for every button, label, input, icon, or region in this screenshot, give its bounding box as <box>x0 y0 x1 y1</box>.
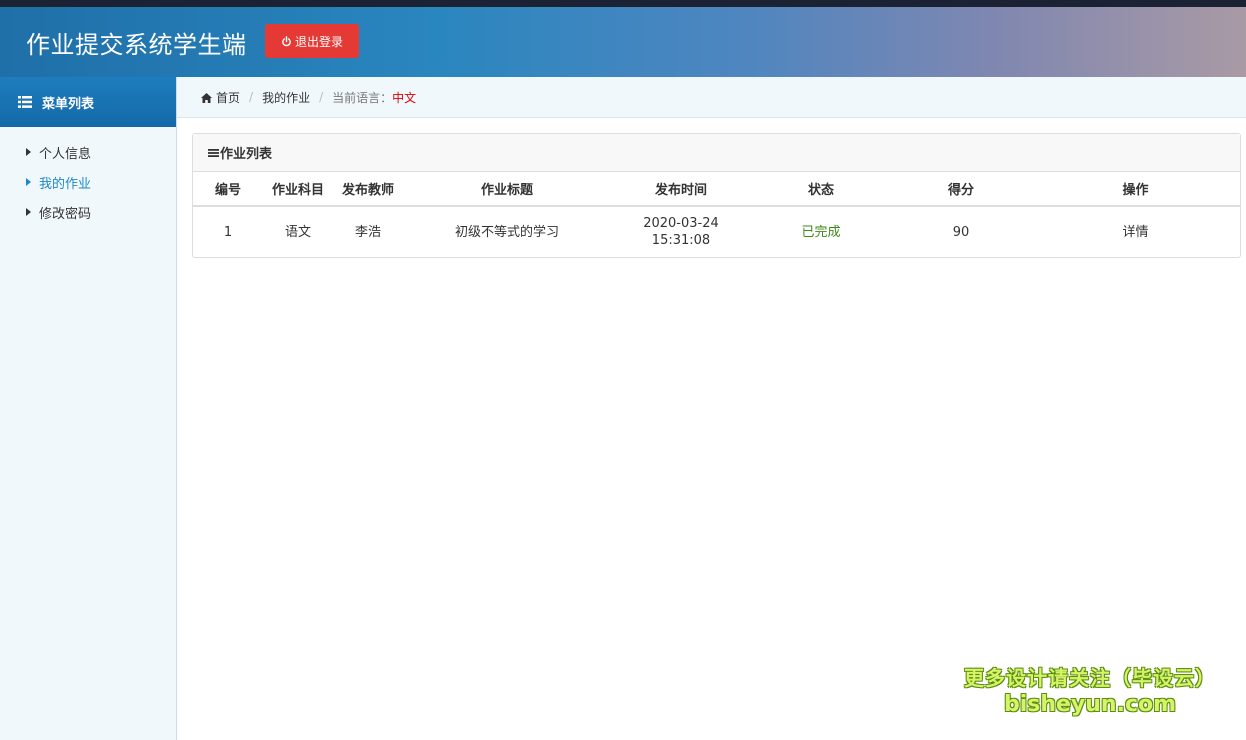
cell-score: 90 <box>952 224 970 240</box>
sidebar-heading-label: 菜单列表 <box>42 96 95 112</box>
caret-right-icon <box>26 208 31 216</box>
cell-title: 初级不等式的学习 <box>454 224 559 240</box>
watermark: 更多设计请关注（毕设云） bisheyun.com <box>960 662 1220 717</box>
home-icon <box>201 92 212 103</box>
column-header: 发布时间 <box>611 172 751 207</box>
list-icon <box>18 96 32 108</box>
app-header: 作业提交系统学生端 退出登录 <box>0 7 1246 77</box>
column-header: 作业标题 <box>403 172 611 207</box>
sidebar-menu: 个人信息 我的作业 修改密码 <box>0 127 176 227</box>
sidebar-item-label: 我的作业 <box>39 176 92 192</box>
watermark-line1: 更多设计请关注（毕设云） <box>964 666 1216 690</box>
homework-table: 编号 作业科目 发布教师 作业标题 发布时间 状态 得分 操作 1 语文 李浩 … <box>193 172 1240 257</box>
panel-title: 作业列表 <box>220 147 273 162</box>
publish-clock: 15:31:08 <box>651 233 711 248</box>
sidebar-item-change-password[interactable]: 修改密码 <box>0 197 176 227</box>
column-header: 作业科目 <box>263 172 333 207</box>
breadcrumb-home[interactable]: 首页 <box>201 89 240 106</box>
sidebar-item-label: 个人信息 <box>39 146 92 162</box>
bars-icon <box>208 148 219 157</box>
column-header: 编号 <box>193 172 263 207</box>
breadcrumb: 首页 / 我的作业 / 当前语言： 中文 <box>177 77 1246 118</box>
table-row: 1 语文 李浩 初级不等式的学习 2020-03-24 15:31:08 已完成… <box>193 206 1240 257</box>
watermark-line2: bisheyun.com <box>1003 692 1177 717</box>
sidebar: 菜单列表 个人信息 我的作业 修改密码 <box>0 77 177 740</box>
caret-right-icon <box>26 178 31 186</box>
sidebar-item-my-homework[interactable]: 我的作业 <box>0 167 176 197</box>
breadcrumb-separator: / <box>319 90 324 104</box>
publish-date: 2020-03-24 <box>643 216 719 231</box>
cell-subject: 语文 <box>284 224 311 240</box>
app-title: 作业提交系统学生端 <box>26 31 247 59</box>
power-icon <box>282 35 291 46</box>
cell-action: 详情 <box>1031 206 1240 257</box>
cell-status: 已完成 <box>801 224 841 240</box>
panel-heading: 作业列表 <box>193 134 1240 172</box>
column-header: 得分 <box>891 172 1031 207</box>
logout-button[interactable]: 退出登录 <box>265 24 359 58</box>
table-header-row: 编号 作业科目 发布教师 作业标题 发布时间 状态 得分 操作 <box>193 172 1240 207</box>
breadcrumb-current[interactable]: 我的作业 <box>262 89 310 106</box>
sidebar-item-profile[interactable]: 个人信息 <box>0 137 176 167</box>
caret-right-icon <box>26 148 31 156</box>
homework-panel: 作业列表 编号 作业科目 发布教师 作业标题 发布时间 状态 得分 操作 1 语… <box>192 133 1241 258</box>
breadcrumb-home-label: 首页 <box>216 90 241 105</box>
language-label: 当前语言： <box>332 90 393 105</box>
logout-label: 退出登录 <box>294 34 343 49</box>
column-header: 状态 <box>751 172 891 207</box>
column-header: 发布教师 <box>333 172 403 207</box>
top-strip <box>0 0 1246 7</box>
column-header: 操作 <box>1031 172 1240 207</box>
breadcrumb-separator: / <box>249 90 254 104</box>
cell-id: 1 <box>223 224 233 240</box>
sidebar-heading: 菜单列表 <box>0 77 176 127</box>
language-value: 中文 <box>392 90 417 105</box>
cell-teacher: 李浩 <box>354 224 381 240</box>
sidebar-item-label: 修改密码 <box>39 206 92 222</box>
detail-link[interactable]: 详情 <box>1122 225 1148 240</box>
cell-publish-time: 2020-03-24 15:31:08 <box>611 206 751 257</box>
